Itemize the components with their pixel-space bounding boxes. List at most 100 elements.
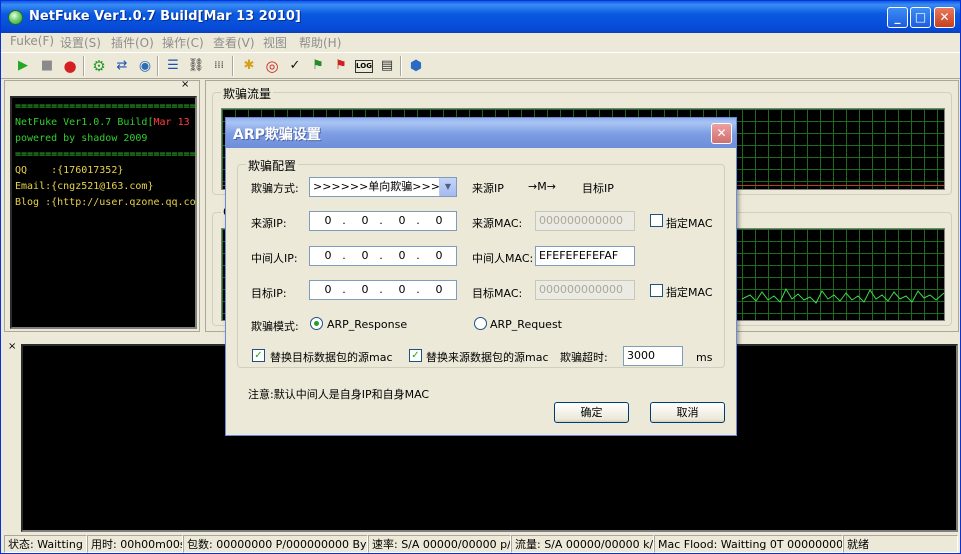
- menu-window[interactable]: 视图: [263, 34, 287, 51]
- ip-octet: 0: [361, 249, 369, 262]
- arp-request-radio[interactable]: [474, 317, 487, 330]
- menu-view[interactable]: 查看(V): [213, 34, 255, 51]
- spoof-timeout-field[interactable]: 3000: [623, 346, 683, 366]
- ip-octet: 0: [324, 249, 332, 262]
- stop-icon[interactable]: ■: [38, 57, 56, 75]
- title-bar[interactable]: NetFuke Ver1.0.7 Build[Mar 13 2010] _ □ …: [1, 1, 960, 33]
- ip-dot: .: [342, 283, 346, 296]
- ip-dot: .: [416, 214, 420, 227]
- replace-source-mac-checkbox[interactable]: ✓: [409, 349, 422, 362]
- specify-source-mac-label: 指定MAC: [666, 217, 713, 230]
- target-ip-field[interactable]: 0 . 0 . 0 . 0: [309, 280, 457, 300]
- note-text: 注意:默认中间人是自身IP和自身MAC: [248, 388, 430, 401]
- specify-target-mac-label: 指定MAC: [666, 286, 713, 299]
- toolbar-separator: [157, 56, 159, 76]
- source-ip-field[interactable]: 0 . 0 . 0 . 0: [309, 211, 457, 231]
- mitm-mac-field[interactable]: EFEFEFEFEFAF: [535, 246, 635, 266]
- arp-response-radio[interactable]: [310, 317, 323, 330]
- cancel-button[interactable]: 取消: [650, 402, 725, 423]
- toolbar-separator: [83, 56, 85, 76]
- timeout-unit-label: ms: [696, 351, 713, 364]
- arp-request-label: ARP_Request: [490, 318, 562, 331]
- list-icon[interactable]: ☰: [164, 57, 182, 75]
- info-panel: × ================================ NetFuk…: [4, 79, 200, 332]
- menu-plugins[interactable]: 插件(O): [111, 34, 154, 51]
- dialog-close-button[interactable]: ✕: [711, 123, 732, 144]
- play-icon[interactable]: ▶: [14, 57, 32, 75]
- ip-dot: .: [379, 214, 383, 227]
- target-mac-field[interactable]: 000000000000: [535, 280, 635, 300]
- toolbar-separator: [232, 56, 234, 76]
- target-ip-label: 目标IP:: [251, 287, 287, 300]
- replace-source-mac-label: 替换来源数据包的源mac: [426, 351, 549, 364]
- toolbar: ▶ ■ ● ⚙ ⇄ ◉ ☰ ⛓ ⁞⁞⁞ ✱ ◎ ✓ ⚑ ⚑ LOG ▤ ⬢: [1, 52, 960, 79]
- record-icon[interactable]: ●: [61, 57, 79, 75]
- console-line: QQ :{176017352}: [15, 165, 124, 176]
- info-panel-close-icon[interactable]: ×: [181, 79, 189, 90]
- network-globe-icon[interactable]: ◉: [136, 57, 154, 75]
- ok-button[interactable]: 确定: [554, 402, 629, 423]
- specify-source-mac-checkbox[interactable]: [650, 214, 663, 227]
- ip-dot: .: [416, 249, 420, 262]
- info-console: ================================ NetFuke …: [10, 96, 197, 329]
- dialog-title-bar[interactable]: ARP欺骗设置 ✕: [226, 118, 736, 148]
- close-button[interactable]: ✕: [934, 7, 955, 28]
- flow-target-label: 目标IP: [582, 182, 614, 195]
- ip-octet: 0: [324, 283, 332, 296]
- chevron-down-icon[interactable]: ▼: [439, 178, 456, 196]
- status-traffic: 流量: S/A 00000/00000 k/s: [511, 535, 654, 553]
- document-icon[interactable]: ▤: [378, 57, 396, 75]
- spoof-method-label: 欺骗方式:: [251, 182, 299, 195]
- ip-octet: 0: [398, 283, 406, 296]
- replace-target-mac-label: 替换目标数据包的源mac: [270, 351, 393, 364]
- replace-target-mac-checkbox[interactable]: ✓: [252, 349, 265, 362]
- menu-help[interactable]: 帮助(H): [299, 34, 341, 51]
- ip-dot: .: [379, 283, 383, 296]
- menu-bar: Fuke(F) 设置(S) 插件(O) 操作(C) 查看(V) 视图 帮助(H): [1, 32, 960, 52]
- console-line: Blog :{http://user.qzone.qq.co: [15, 197, 196, 208]
- status-state: 状态: Waitting: [4, 535, 87, 553]
- ip-octet: 0: [398, 249, 406, 262]
- minimize-button[interactable]: _: [887, 7, 908, 28]
- menu-fuke[interactable]: Fuke(F): [10, 34, 54, 48]
- target-icon[interactable]: ◎: [263, 57, 281, 75]
- swap-icon[interactable]: ⇄: [113, 57, 131, 75]
- ip-octet: 0: [398, 214, 406, 227]
- settings-gear-icon[interactable]: ⚙: [90, 57, 108, 75]
- ip-octet: 0: [435, 249, 443, 262]
- status-packets: 包数: 00000000 P/000000000 Bytes: [183, 535, 368, 553]
- cube-icon[interactable]: ⬢: [407, 57, 425, 75]
- check-icon[interactable]: ✓: [286, 57, 304, 75]
- status-elapsed: 用时: 00h00m00s: [87, 535, 183, 553]
- log-icon[interactable]: LOG: [355, 60, 373, 73]
- menu-settings[interactable]: 设置(S): [60, 34, 101, 51]
- spoof-timeout-label: 欺骗超时:: [560, 351, 608, 364]
- maximize-button[interactable]: □: [910, 7, 931, 28]
- status-ready: 就绪: [843, 535, 958, 553]
- dialog-title: ARP欺骗设置: [233, 127, 321, 143]
- ip-dot: .: [416, 283, 420, 296]
- menu-actions[interactable]: 操作(C): [162, 34, 204, 51]
- source-mac-label: 来源MAC:: [472, 217, 523, 230]
- flow-arrow-label: →M→: [528, 180, 556, 193]
- grid-icon[interactable]: ⁞⁞⁞: [210, 57, 228, 75]
- plugin-icon[interactable]: ✱: [240, 57, 258, 75]
- console-line: Email:{cngz521@163.com}: [15, 181, 154, 192]
- mitm-ip-field[interactable]: 0 . 0 . 0 . 0: [309, 246, 457, 266]
- log-panel-close-icon[interactable]: ×: [8, 341, 16, 352]
- specify-target-mac-checkbox[interactable]: [650, 284, 663, 297]
- spoof-mode-label: 欺骗模式:: [251, 320, 299, 333]
- spoof-method-select[interactable]: >>>>>>单向欺骗>>>>>> ▼: [309, 177, 457, 197]
- link-icon[interactable]: ⛓: [187, 57, 205, 75]
- arp-settings-dialog: ARP欺骗设置 ✕ 欺骗配置 欺骗方式: >>>>>>单向欺骗>>>>>> ▼ …: [225, 117, 737, 436]
- ip-octet: 0: [435, 283, 443, 296]
- ip-dot: .: [342, 249, 346, 262]
- flag-icon[interactable]: ⚑: [309, 57, 327, 75]
- spoof-method-value: >>>>>>单向欺骗>>>>>>: [313, 180, 457, 193]
- mitm-ip-label: 中间人IP:: [251, 252, 298, 265]
- app-icon: [8, 10, 23, 25]
- arp-response-label: ARP_Response: [327, 318, 408, 331]
- red-flag-icon[interactable]: ⚑: [332, 57, 350, 75]
- status-rate: 速率: S/A 00000/00000 p/s: [368, 535, 511, 553]
- source-mac-field[interactable]: 000000000000: [535, 211, 635, 231]
